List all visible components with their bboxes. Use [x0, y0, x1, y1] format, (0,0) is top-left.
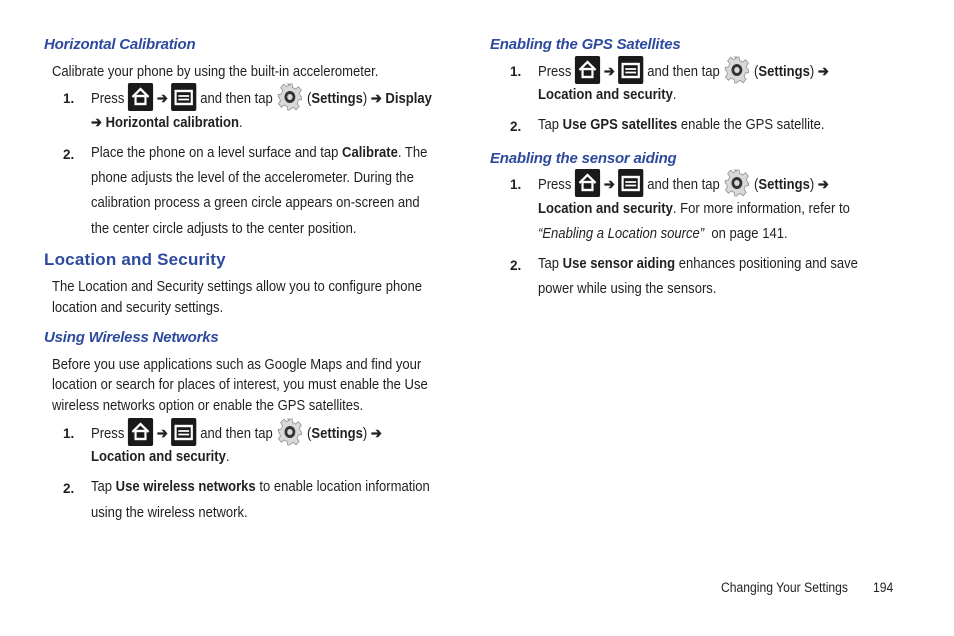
calibrate-label: Calibrate [342, 145, 398, 161]
wireless-line3: wireless networks option or enable the G… [52, 398, 364, 414]
then-tap-text: and then tap [200, 425, 273, 442]
display-label: Display [385, 90, 432, 107]
settings-label: Settings [758, 176, 810, 193]
step-horizontal-1-line1: Press ➔ and then tap (Settings) ➔ Displa… [91, 82, 432, 114]
settings-gear-icon [276, 417, 303, 447]
heading-location-security: Location and Security [44, 250, 226, 269]
use-sensor-aiding-label: Use sensor aiding [562, 256, 676, 272]
location-security-line2: location and security settings. [52, 300, 224, 316]
press-text: Press [91, 425, 125, 442]
step-gps-2-line1: Tap Use GPS satellites enable the GPS sa… [538, 117, 825, 133]
horizontal-calibration-intro: Calibrate your phone by using the built-… [52, 64, 379, 80]
step-number: 2. [510, 258, 522, 273]
settings-label: Settings [758, 63, 810, 80]
step-number: 1. [63, 91, 75, 106]
press-text: Press [538, 176, 572, 193]
step-sensor-2-line1: Tap Use sensor aiding enhances positioni… [538, 256, 858, 272]
step-sensor-2-line2: power while using the sensors. [538, 281, 717, 297]
horizontal-calibration-label: Horizontal calibration [105, 115, 239, 131]
arrow: ➔ [817, 176, 829, 193]
press-text: Press [91, 90, 125, 107]
location-security-label: Location and security [538, 87, 673, 103]
step-number: 1. [510, 64, 522, 79]
step-number: 1. [510, 177, 522, 192]
arrow: ➔ [91, 115, 102, 131]
use-gps-satellites-label: Use GPS satellites [562, 117, 678, 133]
arrow: ➔ [156, 425, 168, 442]
menu-key-icon [618, 56, 644, 84]
heading-sensor-aiding: Enabling the sensor aiding [490, 150, 677, 167]
step-number: 2. [63, 481, 75, 496]
arrow: ➔ [817, 63, 829, 80]
text: Tap [91, 479, 113, 495]
settings-gear-icon [723, 55, 750, 85]
text: to enable location information [259, 479, 430, 495]
then-tap-text: and then tap [200, 90, 273, 107]
step-horizontal-2-line2: phone adjusts the level of the accelerom… [91, 170, 414, 186]
step-number: 2. [510, 119, 522, 134]
text: Tap [538, 117, 560, 133]
step-wireless-2-line1: Tap Use wireless networks to enable loca… [91, 479, 430, 495]
step-horizontal-1-line2: ➔ Horizontal calibration. [91, 115, 243, 131]
page-reference: on page 141. [711, 226, 788, 242]
home-key-icon [127, 83, 154, 111]
text: enable the GPS satellite. [680, 117, 825, 133]
heading-horizontal-calibration: Horizontal Calibration [44, 36, 196, 53]
text: . For more information, refer to [672, 201, 850, 217]
footer-page-number: 194 [873, 580, 894, 595]
step-wireless-1-line1: Press ➔ and then tap (Settings) ➔ [91, 417, 382, 449]
menu-key-icon [171, 83, 197, 111]
heading-wireless-networks: Using Wireless Networks [44, 329, 219, 346]
step-wireless-2-line2: using the wireless network. [91, 505, 248, 521]
footer-section-title: Changing Your Settings [721, 580, 849, 595]
home-key-icon [574, 169, 601, 197]
arrow: ➔ [370, 425, 382, 442]
step-sensor-1-line1: Press ➔ and then tap (Settings) ➔ [538, 168, 829, 200]
arrow: ➔ [603, 63, 615, 80]
menu-key-icon [171, 418, 197, 446]
then-tap-text: and then tap [647, 63, 720, 80]
cross-reference-link[interactable]: “Enabling a Location source” [538, 226, 704, 242]
location-security-line1: The Location and Security settings allow… [52, 279, 422, 295]
arrow: ➔ [156, 90, 168, 107]
wireless-line2: location or search for places of interes… [52, 377, 428, 393]
text: enhances positioning and save [678, 256, 858, 272]
home-key-icon [574, 56, 601, 84]
settings-gear-icon [276, 82, 303, 112]
settings-label: Settings [311, 90, 363, 107]
step-horizontal-2-line4: the center circle adjusts to the center … [91, 221, 357, 237]
step-wireless-1-line2: Location and security. [91, 449, 230, 465]
text: Place the phone on a level surface and t… [91, 145, 339, 161]
press-text: Press [538, 63, 572, 80]
menu-key-icon [618, 169, 644, 197]
step-gps-1-line2: Location and security. [538, 87, 677, 103]
then-tap-text: and then tap [647, 176, 720, 193]
arrow: ➔ [370, 90, 382, 107]
heading-gps-satellites: Enabling the GPS Satellites [490, 36, 681, 53]
settings-gear-icon [723, 168, 750, 198]
text: Tap [538, 256, 560, 272]
step-number: 1. [63, 426, 75, 441]
text: . The [397, 145, 428, 161]
home-key-icon [127, 418, 154, 446]
step-horizontal-2-line3: calibration process a green circle appea… [91, 195, 420, 211]
settings-label: Settings [311, 425, 363, 442]
step-number: 2. [63, 147, 75, 162]
arrow: ➔ [603, 176, 615, 193]
location-security-label: Location and security [538, 201, 673, 217]
step-sensor-1-line2: Location and security. For more informat… [538, 201, 850, 217]
step-horizontal-2-line1: Place the phone on a level surface and t… [91, 145, 427, 161]
location-security-label: Location and security [91, 449, 226, 465]
step-gps-1-line1: Press ➔ and then tap (Settings) ➔ [538, 55, 829, 87]
wireless-line1: Before you use applications such as Goog… [52, 357, 422, 373]
step-sensor-1-line3: “Enabling a Location source” on page 141… [538, 226, 788, 242]
use-wireless-networks-label: Use wireless networks [115, 479, 256, 495]
